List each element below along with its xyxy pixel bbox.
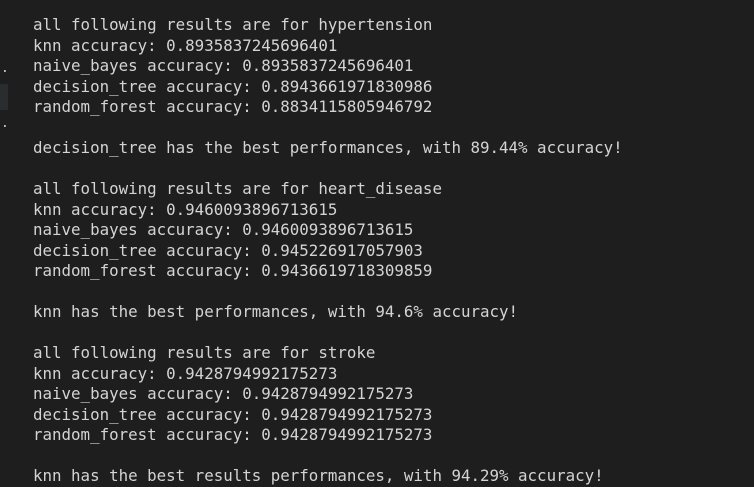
output-line: knn has the best performances, with 94.6… (33, 302, 519, 321)
output-line: all following results are for heart_dise… (33, 179, 442, 198)
output-line: decision_tree accuracy: 0.94522691705790… (33, 240, 423, 260)
output-line: random_forest accuracy: 0.94287949921752… (33, 425, 433, 444)
output-line: decision_tree has the best performances,… (33, 138, 623, 157)
output-line: knn accuracy: 0.9460093896713615 (33, 199, 338, 219)
output-line: decision_tree accuracy: 0.94287949921752… (33, 404, 433, 424)
output-line: decision_tree accuracy: 0.89436619718309… (33, 76, 433, 96)
output-line: all following results are for stroke (33, 343, 376, 362)
output-line: random_forest accuracy: 0.88341158059467… (33, 97, 433, 116)
output-line: naive_bayes accuracy: 0.9460093896713615 (33, 220, 414, 239)
gutter-dot: . (1, 116, 9, 131)
output-line: knn has the best results performances, w… (33, 466, 604, 485)
output-line: random_forest accuracy: 0.94366197183098… (33, 261, 433, 280)
gutter-selection-marker (0, 84, 8, 110)
gutter-dot: . (1, 61, 9, 76)
output-line: knn accuracy: 0.8935837245696401 (33, 35, 338, 55)
output-line: all following results are for hypertensi… (33, 15, 433, 34)
output-line: naive_bayes accuracy: 0.8935837245696401 (33, 56, 414, 75)
terminal-output[interactable]: all following results are for hypertensi… (33, 15, 754, 487)
output-line: naive_bayes accuracy: 0.9428794992175273 (33, 384, 414, 403)
output-line: knn accuracy: 0.9428794992175273 (33, 363, 338, 383)
terminal-gutter: . . (0, 0, 9, 487)
